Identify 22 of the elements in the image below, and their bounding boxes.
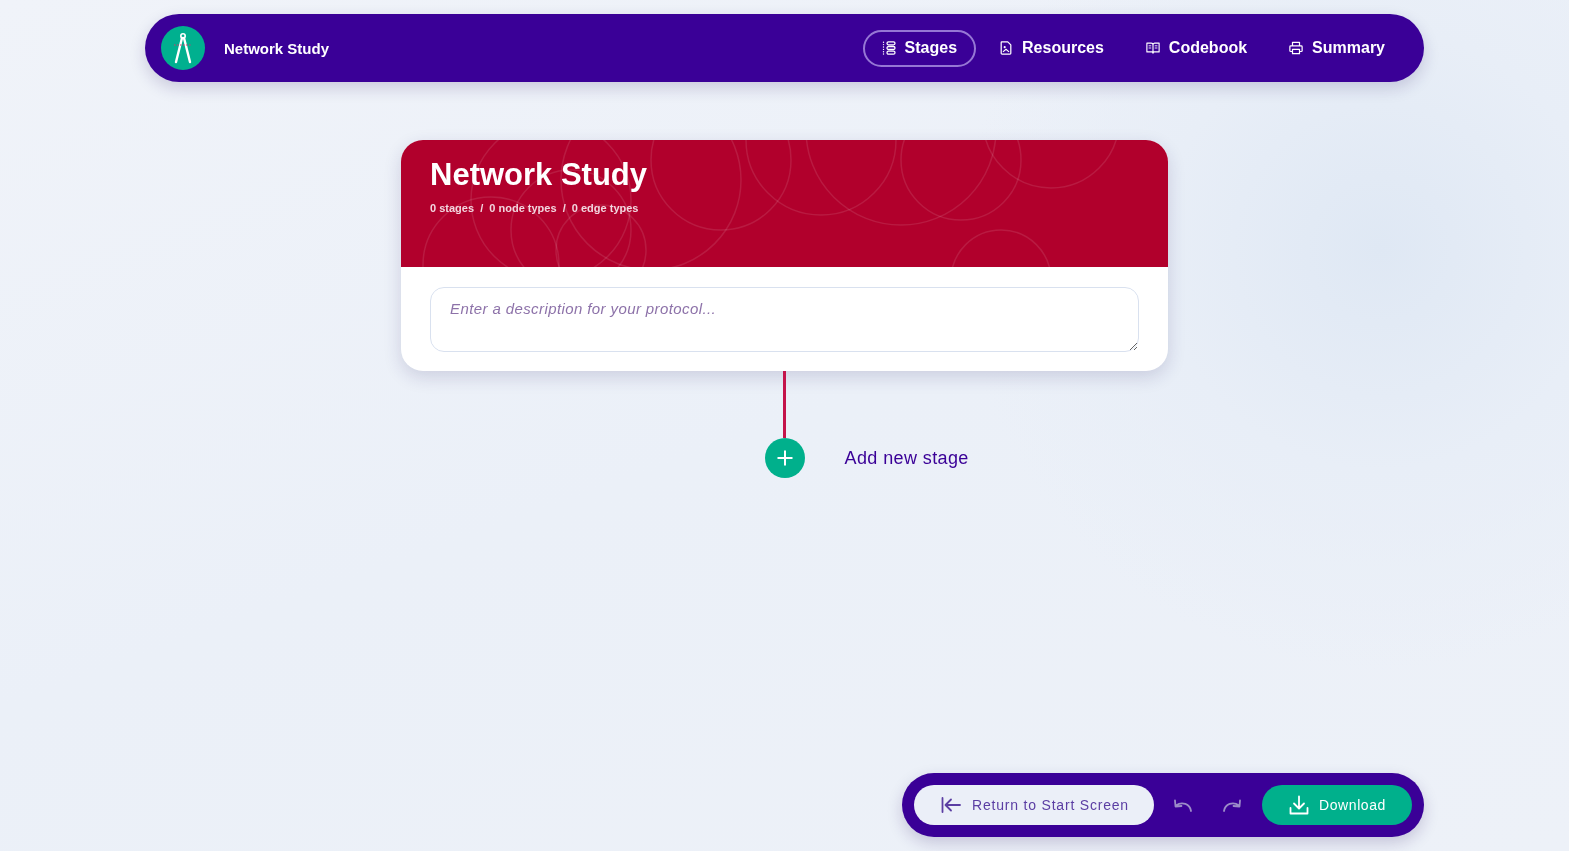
protocol-summary: 0 stages / 0 node types / 0 edge types xyxy=(430,202,639,214)
nav-tab[interactable]: Codebook xyxy=(1126,29,1267,67)
nav-tab[interactable]: Stages xyxy=(862,29,977,67)
open-book-icon xyxy=(1145,41,1160,55)
nav-tab[interactable]: Resources xyxy=(980,29,1123,67)
protocol-title: Network Study xyxy=(430,157,648,193)
app-title: Network Study xyxy=(224,39,329,57)
list-icon xyxy=(881,41,896,55)
plus-icon xyxy=(776,450,793,466)
printer-icon xyxy=(1289,41,1304,55)
download-icon xyxy=(1288,795,1309,815)
add-stage-link[interactable]: Add new stage xyxy=(844,447,969,468)
image-file-icon xyxy=(999,41,1014,55)
undo-icon xyxy=(1172,798,1193,812)
redo-icon xyxy=(1221,798,1242,812)
connector-line xyxy=(783,371,786,438)
nav-tab[interactable]: Summary xyxy=(1270,29,1404,67)
add-stage-button[interactable] xyxy=(764,438,805,478)
description-field[interactable]: Enter a description for your protocol... xyxy=(430,287,1139,352)
return-button[interactable]: Return to Start Screen xyxy=(914,785,1154,825)
back-arrow-icon xyxy=(941,797,962,813)
compass-logo-icon xyxy=(161,26,205,70)
